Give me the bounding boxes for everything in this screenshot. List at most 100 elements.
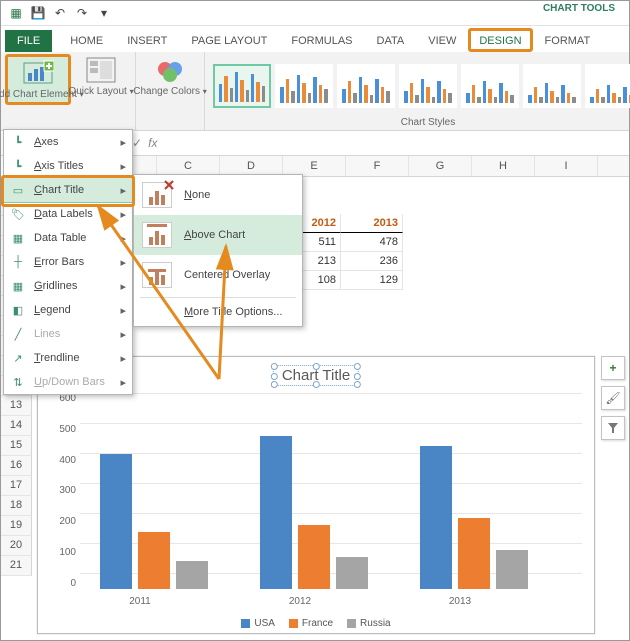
menu-axis-titles[interactable]: ┗Axis Titles▸ [4, 154, 132, 178]
ribbon-tabs: FILE HOME INSERT PAGE LAYOUT FORMULAS DA… [1, 26, 629, 52]
updown-icon: ⇅ [10, 374, 26, 390]
sub-none[interactable]: None [134, 175, 302, 215]
chart-styles-button[interactable]: 🖌 [601, 386, 625, 410]
sub-more-title-options[interactable]: More Title Options... [134, 300, 302, 326]
change-colors-label: Change Colors ▾ [133, 86, 207, 97]
add-chart-element-icon [22, 59, 54, 87]
data-labels-icon: 🏷 [10, 206, 26, 222]
chart-filters-button[interactable] [601, 416, 625, 440]
chart-style-thumb[interactable] [337, 64, 395, 108]
chart-bar[interactable] [458, 518, 490, 589]
chart-bar[interactable] [496, 550, 528, 589]
tab-page-layout[interactable]: PAGE LAYOUT [179, 30, 279, 52]
embedded-chart[interactable]: Chart Title 6005004003002001000 20112012… [37, 356, 595, 634]
above-chart-icon [142, 222, 172, 248]
menu-trendline[interactable]: ↗Trendline▸ [4, 346, 132, 370]
row-header[interactable]: 17 [1, 476, 32, 496]
axes-icon: ┗ [10, 134, 26, 150]
menu-error-bars[interactable]: ┼Error Bars▸ [4, 250, 132, 274]
quick-layout-label: Quick Layout ▾ [68, 86, 133, 97]
undo-icon[interactable]: ↶ [51, 4, 69, 22]
menu-data-table[interactable]: ▦Data Table▸ [4, 226, 132, 250]
chart-bar[interactable] [260, 436, 292, 589]
cell-header-2013[interactable]: 2013 [341, 214, 403, 233]
menu-lines: ╱Lines▸ [4, 322, 132, 346]
menu-legend[interactable]: ◧Legend▸ [4, 298, 132, 322]
data-table-icon: ▦ [10, 230, 26, 246]
menu-updown-bars: ⇅Up/Down Bars▸ [4, 370, 132, 394]
tab-home[interactable]: HOME [58, 30, 115, 52]
row-header[interactable]: 19 [1, 516, 32, 536]
add-chart-element-menu: ┗Axes▸ ┗Axis Titles▸ ▭Chart Title▸ 🏷Data… [3, 129, 133, 395]
column-header[interactable]: G [409, 156, 472, 176]
change-colors-button[interactable]: Change Colors ▾ [140, 54, 200, 99]
chart-title[interactable]: Chart Title [273, 365, 359, 386]
cell-value[interactable]: 478 [341, 233, 403, 252]
menu-axes[interactable]: ┗Axes▸ [4, 130, 132, 154]
row-header[interactable]: 16 [1, 456, 32, 476]
column-header[interactable]: E [283, 156, 346, 176]
column-header[interactable]: D [220, 156, 283, 176]
x-category-label: 2011 [60, 596, 220, 607]
chart-bar[interactable] [298, 525, 330, 589]
row-header[interactable]: 15 [1, 436, 32, 456]
chart-styles-gallery[interactable] [209, 54, 630, 117]
chart-style-thumb[interactable] [585, 64, 630, 108]
chart-style-thumb[interactable] [461, 64, 519, 108]
trendline-icon: ↗ [10, 350, 26, 366]
chart-elements-button[interactable]: + [601, 356, 625, 380]
column-header[interactable]: F [346, 156, 409, 176]
tab-formulas[interactable]: FORMULAS [279, 30, 364, 52]
ribbon: Add Chart Element ▾ Quick Layout ▾ Chang… [1, 52, 629, 131]
chart-legend[interactable]: USA France Russia [38, 618, 594, 629]
chart-bar[interactable] [176, 561, 208, 590]
save-icon[interactable]: 💾 [29, 4, 47, 22]
lines-icon: ╱ [10, 326, 26, 342]
menu-chart-title[interactable]: ▭Chart Title▸ [3, 177, 133, 203]
quick-layout-button[interactable]: Quick Layout ▾ [71, 54, 131, 99]
tab-view[interactable]: VIEW [416, 30, 468, 52]
chart-style-thumb[interactable] [523, 64, 581, 108]
sub-above-chart[interactable]: Above Chart [134, 215, 302, 255]
add-chart-element-button[interactable]: Add Chart Element ▾ [5, 54, 71, 105]
cell-value[interactable]: 236 [341, 252, 403, 271]
fx-icon[interactable]: fx [148, 136, 157, 150]
redo-icon[interactable]: ↷ [73, 4, 91, 22]
tab-file[interactable]: FILE [5, 30, 52, 52]
chart-title-submenu: None Above Chart Centered Overlay More T… [133, 174, 303, 327]
chart-bar[interactable] [336, 557, 368, 589]
plot-area[interactable]: 6005004003002001000 201120122013 [80, 393, 582, 589]
none-icon [142, 182, 172, 208]
tab-design[interactable]: DESIGN [473, 30, 527, 52]
column-header[interactable]: I [535, 156, 598, 176]
column-header[interactable]: H [472, 156, 535, 176]
menu-data-labels[interactable]: 🏷Data Labels▸ [4, 202, 132, 226]
chart-style-thumb[interactable] [213, 64, 271, 108]
gridlines-icon: ▦ [10, 278, 26, 294]
menu-gridlines[interactable]: ▦Gridlines▸ [4, 274, 132, 298]
row-header[interactable]: 13 [1, 396, 32, 416]
tab-insert[interactable]: INSERT [115, 30, 179, 52]
quick-layout-icon [85, 56, 117, 84]
tab-data[interactable]: DATA [365, 30, 417, 52]
tab-format[interactable]: FORMAT [533, 30, 603, 52]
enter-icon[interactable]: ✓ [132, 136, 142, 150]
column-header[interactable]: C [157, 156, 220, 176]
chart-style-thumb[interactable] [399, 64, 457, 108]
row-header[interactable]: 21 [1, 556, 32, 576]
centered-overlay-icon [142, 262, 172, 288]
qat-more-icon[interactable]: ▾ [95, 4, 113, 22]
row-header[interactable]: 18 [1, 496, 32, 516]
chart-bar[interactable] [420, 446, 452, 589]
error-bars-icon: ┼ [10, 254, 26, 270]
chart-side-buttons: + 🖌 [601, 356, 625, 440]
cell-value[interactable]: 129 [341, 271, 403, 290]
axis-titles-icon: ┗ [10, 158, 26, 174]
chart-style-thumb[interactable] [275, 64, 333, 108]
sub-centered-overlay[interactable]: Centered Overlay [134, 255, 302, 295]
excel-icon: ▦ [7, 4, 25, 22]
row-header[interactable]: 14 [1, 416, 32, 436]
chart-bar[interactable] [138, 532, 170, 589]
chart-bar[interactable] [100, 454, 132, 589]
row-header[interactable]: 20 [1, 536, 32, 556]
